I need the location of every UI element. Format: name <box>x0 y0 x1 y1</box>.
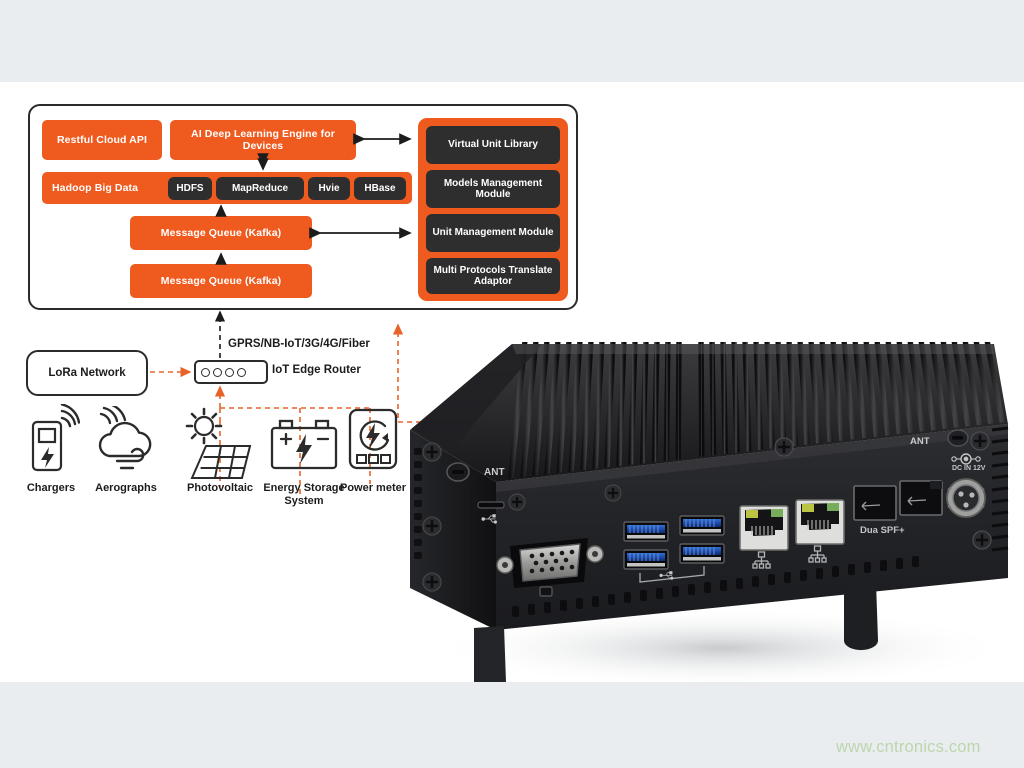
box-multi-protocols-translate-adaptor[interactable]: Multi Protocols Translate Adaptor <box>426 258 560 294</box>
box-unit-management-module[interactable]: Unit Management Module <box>426 214 560 252</box>
box-ai-deep-learning-engine[interactable]: AI Deep Learning Engine for Devices <box>170 120 356 160</box>
rj45-port-1 <box>739 505 789 551</box>
edge-computer-photo: ANT ANT Dua SPF+ DC IN 12V <box>410 342 1012 682</box>
solar-panel-icon <box>185 407 252 479</box>
dual-sfp-label: Dua SPF+ <box>860 525 905 536</box>
ant-right-label: ANT <box>910 436 930 447</box>
router-led-4 <box>237 367 246 377</box>
box-message-queue-upper[interactable]: Message Queue (Kafka) <box>130 216 312 250</box>
ant-left-label: ANT <box>484 467 505 478</box>
device-label-photovoltaic: Photovoltaic <box>186 482 253 494</box>
router-led-1 <box>201 367 210 377</box>
iot-edge-router-node[interactable] <box>194 360 268 384</box>
lora-network-node[interactable]: LoRa Network <box>26 350 148 396</box>
battery-icon <box>270 419 338 470</box>
site-watermark: www.cntronics.com <box>836 738 981 756</box>
box-restful-cloud-api[interactable]: Restful Cloud API <box>42 120 162 160</box>
box-hvie[interactable]: Hvie <box>308 177 350 200</box>
architecture-panel: Restful Cloud API AI Deep Learning Engin… <box>28 104 578 310</box>
lora-network-label: LoRa Network <box>48 367 126 379</box>
top-background-band <box>0 0 1024 82</box>
box-hbase[interactable]: HBase <box>354 177 406 200</box>
device-label-aerographs: Aerographs <box>95 482 157 494</box>
device-label-energy-storage-system: Energy Storage System <box>263 482 345 507</box>
box-message-queue-lower[interactable]: Message Queue (Kafka) <box>130 264 312 298</box>
box-hdfs[interactable]: HDFS <box>168 177 212 200</box>
box-models-management-module[interactable]: Models Management Module <box>426 170 560 208</box>
antenna-hole-right <box>947 429 969 447</box>
router-led-2 <box>213 367 222 377</box>
antenna-hole-left <box>446 462 470 482</box>
ev-charger-icon <box>31 404 80 472</box>
uplink-protocols-label: GPRS/NB-IoT/3G/4G/Fiber <box>228 338 370 350</box>
router-led-3 <box>225 367 234 377</box>
weather-cloud-wind-icon <box>98 406 152 470</box>
dc-in-label: DC IN 12V <box>952 465 986 472</box>
edge-services-stack: Virtual Unit Library Models Management M… <box>418 118 568 301</box>
box-mapreduce[interactable]: MapReduce <box>216 177 304 200</box>
diagram-canvas: Restful Cloud API AI Deep Learning Engin… <box>0 82 1024 682</box>
box-virtual-unit-library[interactable]: Virtual Unit Library <box>426 126 560 164</box>
rj45-port-2 <box>795 499 845 545</box>
iot-edge-router-label: IoT Edge Router <box>272 364 361 376</box>
